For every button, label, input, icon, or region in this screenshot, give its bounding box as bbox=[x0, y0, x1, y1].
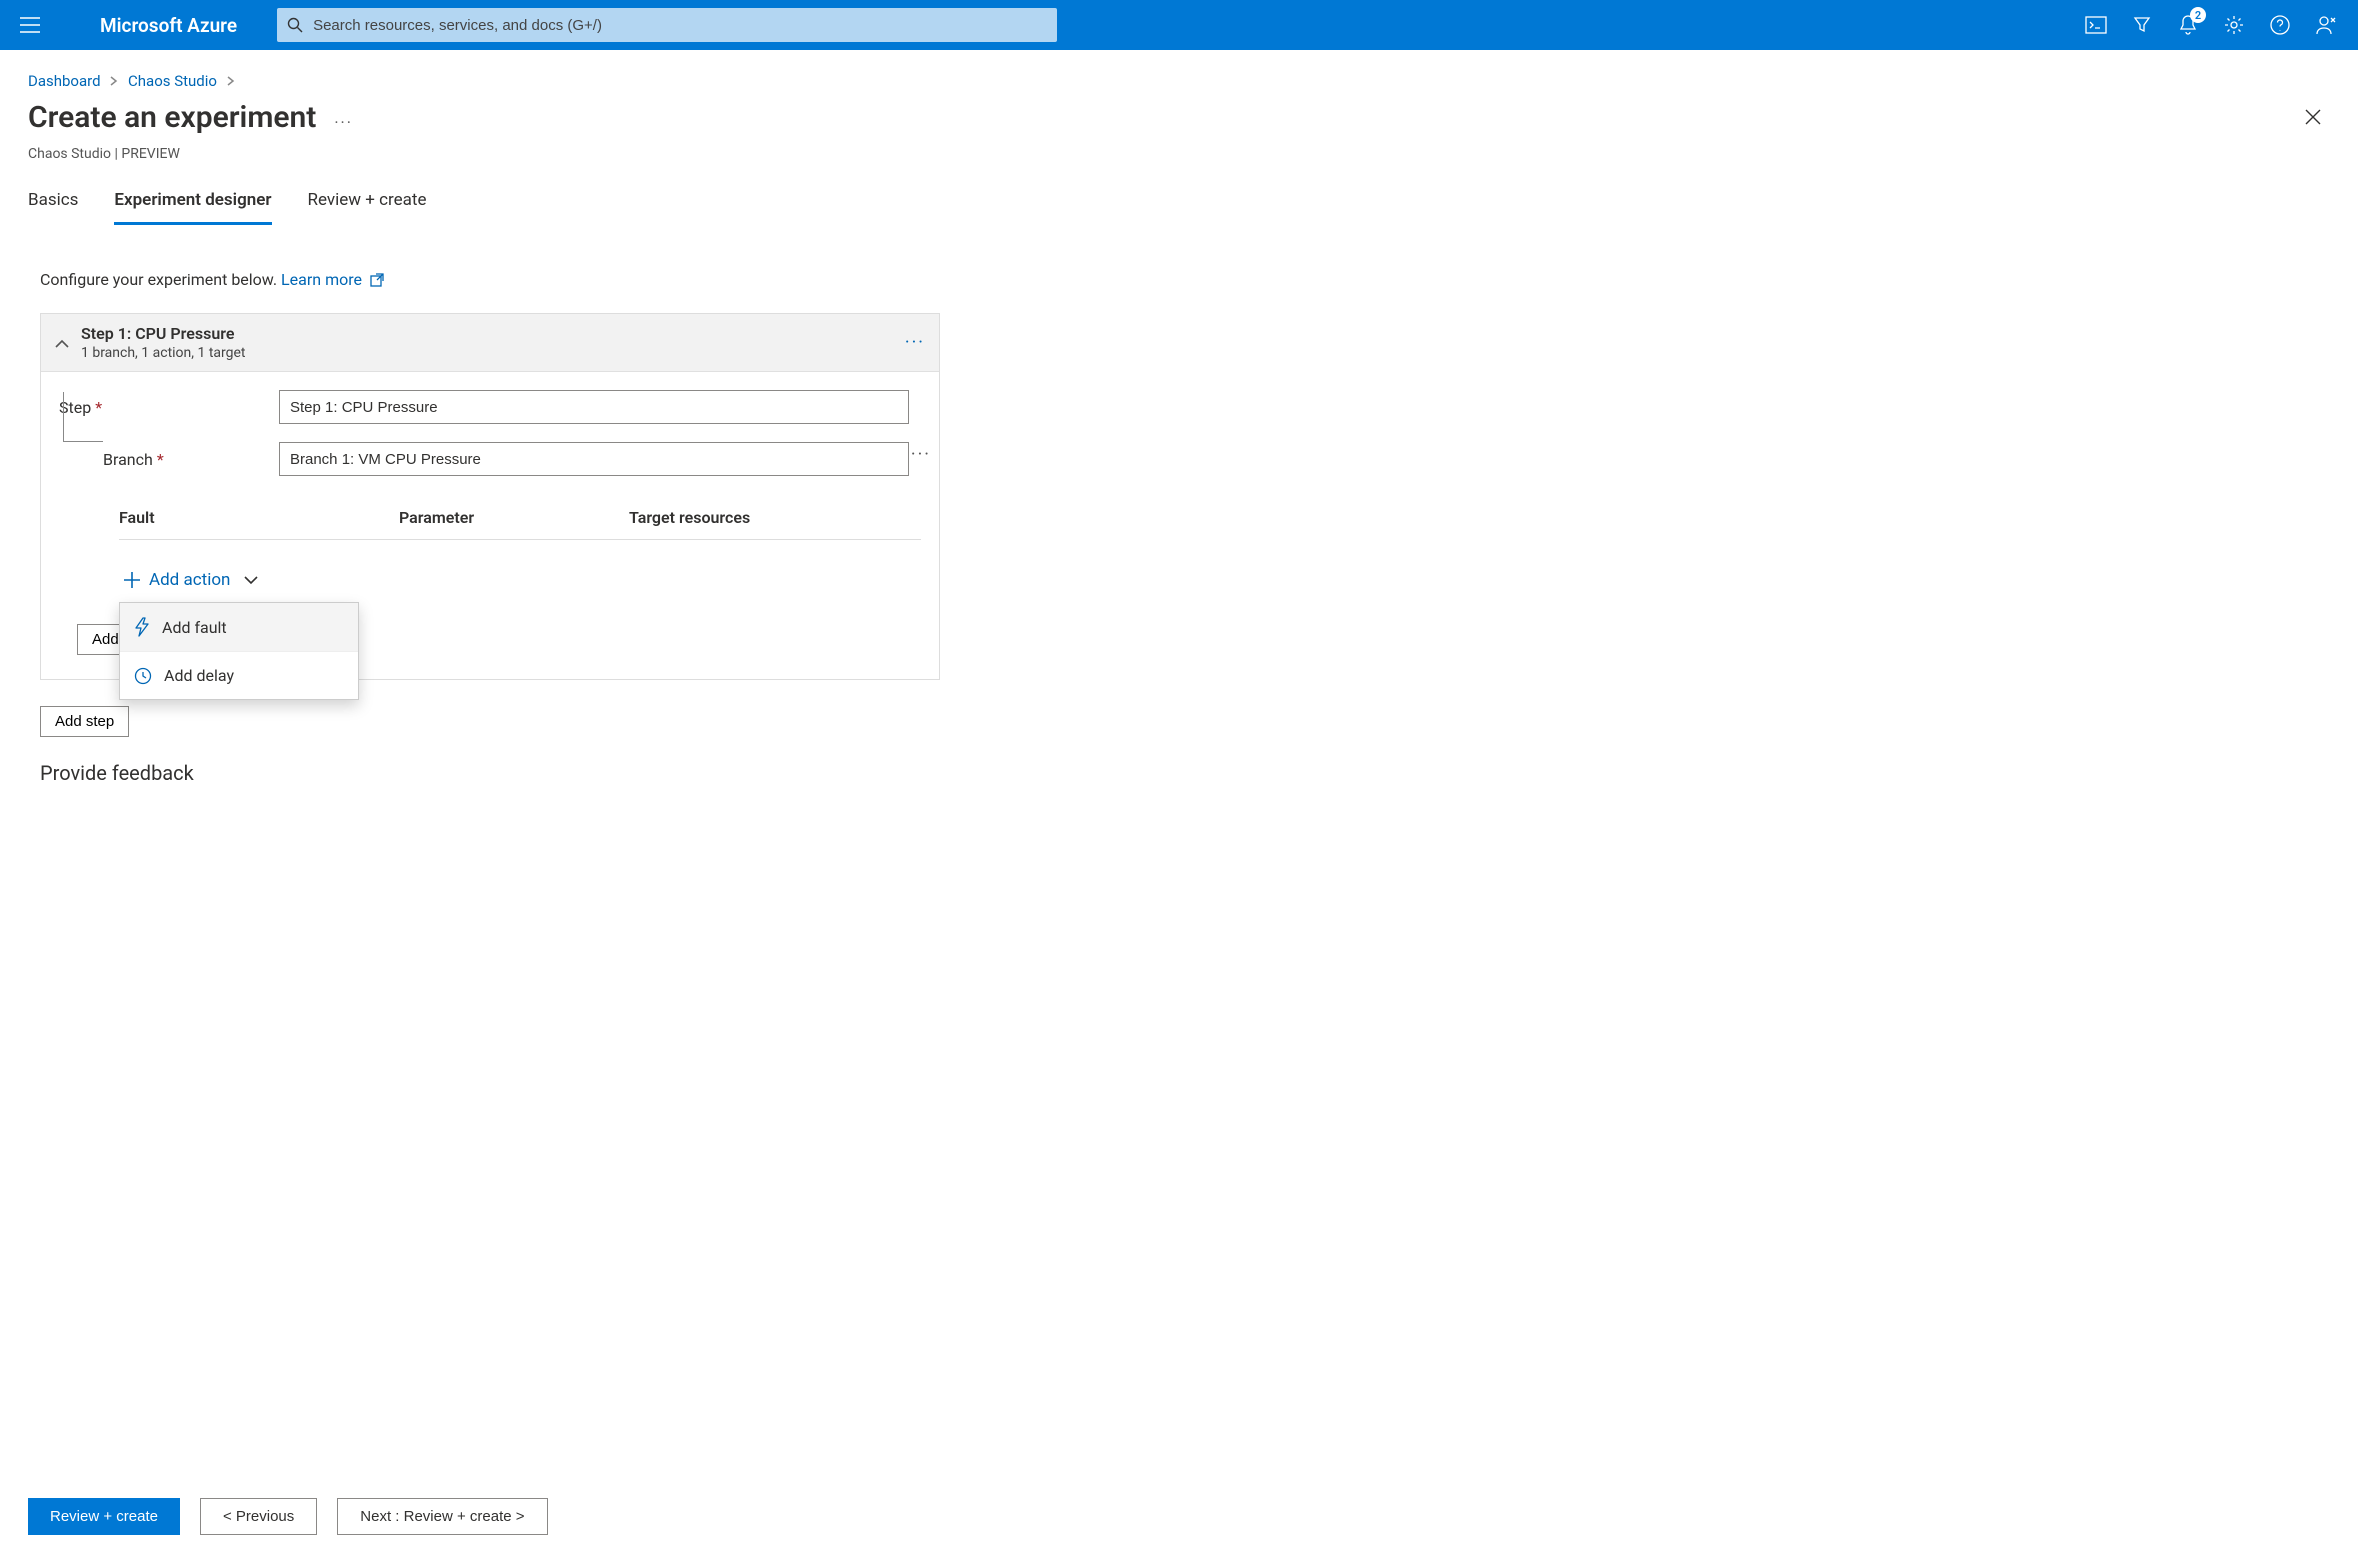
search-input[interactable] bbox=[313, 17, 1047, 34]
chevron-right-icon bbox=[227, 72, 235, 90]
branch-name-input[interactable] bbox=[279, 442, 909, 476]
previous-button[interactable]: < Previous bbox=[200, 1498, 317, 1535]
topbar-icons: 2 bbox=[2084, 13, 2348, 37]
tab-review-create[interactable]: Review + create bbox=[308, 180, 427, 225]
search-icon bbox=[287, 17, 303, 33]
dropdown-add-delay[interactable]: Add delay bbox=[120, 652, 358, 699]
external-link-icon bbox=[370, 273, 384, 287]
col-parameter: Parameter bbox=[399, 508, 629, 527]
designer-content: Configure your experiment below. Learn m… bbox=[0, 240, 2358, 1483]
clock-icon bbox=[134, 667, 152, 685]
next-button[interactable]: Next : Review + create > bbox=[337, 1498, 547, 1535]
step-more-actions[interactable]: ··· bbox=[905, 332, 925, 353]
step-card-header: Step 1: CPU Pressure 1 branch, 1 action,… bbox=[41, 314, 939, 372]
chevron-right-icon bbox=[110, 72, 118, 90]
notifications-icon[interactable]: 2 bbox=[2176, 13, 2200, 37]
azure-topbar: Microsoft Azure 2 bbox=[0, 0, 2358, 50]
wizard-footer: Review + create < Previous Next : Review… bbox=[0, 1483, 2358, 1549]
intro-text: Configure your experiment below. bbox=[40, 270, 277, 289]
page-title: Create an experiment bbox=[28, 100, 316, 135]
col-fault: Fault bbox=[119, 508, 399, 527]
add-step-row: Add step bbox=[40, 706, 2330, 737]
chevron-down-icon bbox=[244, 575, 258, 585]
feedback-icon[interactable] bbox=[2314, 13, 2338, 37]
tab-experiment-designer[interactable]: Experiment designer bbox=[114, 180, 271, 225]
hamburger-menu[interactable] bbox=[10, 5, 50, 45]
add-step-button[interactable]: Add step bbox=[40, 706, 129, 737]
col-target: Target resources bbox=[629, 508, 750, 527]
step-title: Step 1: CPU Pressure bbox=[81, 324, 905, 343]
designer-intro: Configure your experiment below. Learn m… bbox=[40, 270, 2330, 289]
add-action-label: Add action bbox=[149, 570, 230, 590]
close-icon bbox=[2304, 108, 2322, 126]
breadcrumb: Dashboard Chaos Studio bbox=[0, 50, 2358, 96]
global-search[interactable] bbox=[277, 8, 1057, 42]
cloud-shell-icon[interactable] bbox=[2084, 13, 2108, 37]
step-name-input[interactable] bbox=[279, 390, 909, 424]
branch-more-actions[interactable]: ··· bbox=[911, 444, 931, 465]
page-subtitle: Chaos Studio | PREVIEW bbox=[0, 146, 2358, 180]
step-card-body: Step* Branch* ··· Fault Parameter Target… bbox=[41, 372, 939, 679]
step-name-row: Step* bbox=[59, 390, 921, 424]
hamburger-icon bbox=[20, 17, 40, 33]
directory-filter-icon[interactable] bbox=[2130, 13, 2154, 37]
branch-name-row: Branch* bbox=[103, 442, 921, 476]
settings-icon[interactable] bbox=[2222, 13, 2246, 37]
lightning-icon bbox=[134, 617, 150, 637]
breadcrumb-dashboard[interactable]: Dashboard bbox=[28, 72, 101, 90]
learn-more-link[interactable]: Learn more bbox=[281, 270, 384, 289]
tabs: Basics Experiment designer Review + crea… bbox=[0, 180, 2358, 225]
add-action-dropdown: Add fault Add delay bbox=[119, 602, 359, 700]
close-blade-button[interactable] bbox=[2296, 100, 2330, 138]
brand-label[interactable]: Microsoft Azure bbox=[100, 14, 237, 37]
feedback-heading: Provide feedback bbox=[40, 761, 2330, 783]
add-action-button[interactable]: Add action Add fault Add delay bbox=[123, 570, 258, 590]
review-create-button[interactable]: Review + create bbox=[28, 1498, 180, 1535]
step-card: Step 1: CPU Pressure 1 branch, 1 action,… bbox=[40, 313, 940, 680]
plus-icon bbox=[123, 571, 141, 589]
tab-basics[interactable]: Basics bbox=[28, 180, 78, 225]
fault-table-header: Fault Parameter Target resources bbox=[119, 494, 921, 540]
help-icon[interactable] bbox=[2268, 13, 2292, 37]
step-summary: 1 branch, 1 action, 1 target bbox=[81, 345, 905, 361]
tree-connector bbox=[63, 392, 103, 442]
dropdown-add-fault[interactable]: Add fault bbox=[120, 603, 358, 652]
page-more-actions[interactable]: ··· bbox=[334, 103, 353, 132]
breadcrumb-chaos-studio[interactable]: Chaos Studio bbox=[128, 72, 217, 90]
collapse-step-button[interactable] bbox=[55, 335, 69, 351]
branch-label: Branch* bbox=[103, 450, 279, 469]
notification-badge: 2 bbox=[2190, 7, 2206, 23]
page-header: Create an experiment ··· bbox=[0, 96, 2358, 146]
chevron-up-icon bbox=[55, 339, 69, 349]
